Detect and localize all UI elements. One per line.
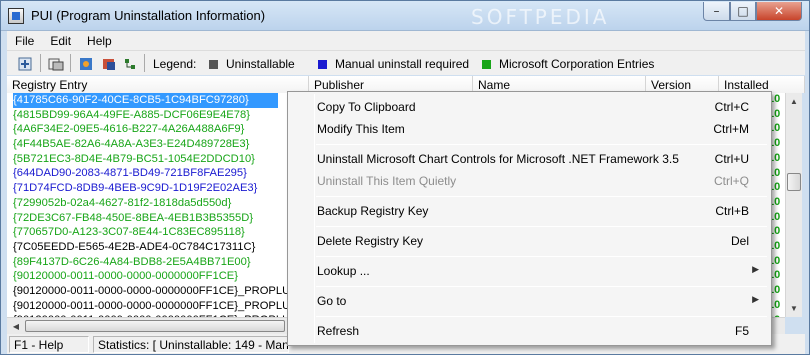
context-menu-item[interactable]: Modify This Item Ctrl+M	[288, 118, 771, 140]
legend-microsoft: Microsoft Corporation Entries	[482, 57, 654, 71]
context-menu: Copy To Clipboard Ctrl+C Modify This Item C…	[287, 91, 772, 346]
context-menu-item[interactable]: Uninstall Microsoft Chart Controls for M…	[288, 148, 771, 170]
scroll-thumb[interactable]	[787, 173, 801, 191]
goto-icon[interactable]	[99, 54, 118, 73]
menu-item-shortcut: Ctrl+Q	[713, 174, 749, 188]
menu-bar: File Edit Help	[7, 31, 805, 50]
submenu-arrow-icon: ▶	[752, 264, 759, 274]
legend-uninstallable: Uninstallable	[209, 57, 295, 71]
menu-item-label: Uninstall Microsoft Chart Controls for M…	[317, 152, 679, 166]
status-help: F1 - Help	[9, 336, 89, 353]
column-registry-entry[interactable]: Registry Entry	[7, 76, 309, 93]
list-item[interactable]: {41785C66-90F2-40CE-8CB5-1C94BFC97280}	[13, 93, 278, 108]
context-menu-item[interactable]: Backup Registry Key Ctrl+B	[288, 200, 771, 222]
context-menu-item[interactable]: Go to ▶	[288, 290, 771, 312]
menu-edit[interactable]: Edit	[42, 31, 79, 50]
legend-swatch-blue	[318, 59, 327, 69]
registry-icon[interactable]	[46, 54, 65, 73]
vertical-scrollbar[interactable]: ▲ ▼	[785, 93, 802, 317]
scroll-up-icon[interactable]: ▲	[786, 93, 802, 109]
menu-separator	[316, 226, 767, 227]
hscroll-thumb[interactable]	[25, 320, 285, 332]
menu-item-shortcut: Ctrl+B	[715, 204, 749, 218]
menu-file[interactable]: File	[7, 31, 42, 50]
menu-item-shortcut: Del	[730, 234, 749, 248]
legend-swatch-green	[482, 59, 491, 69]
menu-separator	[316, 316, 767, 317]
scroll-down-icon[interactable]: ▼	[786, 300, 802, 316]
menu-item-label: Uninstall This Item Quietly	[317, 174, 457, 188]
status-statistics: Statistics: [ Uninstallable: 149 - Manua…	[93, 336, 289, 353]
menu-item-label: Copy To Clipboard	[317, 100, 416, 114]
uninstall-icon[interactable]	[15, 54, 34, 73]
menu-item-shortcut: F5	[734, 324, 749, 338]
legend-manual: Manual uninstall required	[318, 57, 469, 71]
menu-help[interactable]: Help	[79, 31, 120, 50]
title-bar: PUI (Program Uninstallation Information)…	[1, 1, 809, 31]
legend-swatch-gray	[209, 59, 218, 69]
close-button[interactable]: ✕	[756, 2, 802, 21]
menu-item-shortcut: Ctrl+U	[714, 152, 749, 166]
context-menu-item[interactable]: Refresh F5	[288, 320, 771, 342]
context-menu-item[interactable]: Delete Registry Key Del	[288, 230, 771, 252]
maximize-button[interactable]: □	[730, 2, 756, 21]
toolbar: Legend: Uninstallable Manual uninstall r…	[7, 50, 805, 75]
menu-separator	[316, 286, 767, 287]
window-title: PUI (Program Uninstallation Information)	[31, 8, 266, 23]
tree-icon[interactable]	[120, 54, 139, 73]
menu-item-label: Go to	[317, 294, 347, 308]
context-menu-item[interactable]: Uninstall This Item Quietly Ctrl+Q	[288, 170, 771, 192]
menu-item-shortcut: Ctrl+C	[714, 100, 749, 114]
menu-item-label: Modify This Item	[317, 122, 405, 136]
menu-item-label: Delete Registry Key	[317, 234, 424, 248]
menu-separator	[316, 256, 767, 257]
menu-item-label: Refresh	[317, 324, 360, 338]
app-icon	[8, 8, 24, 24]
menu-item-label: Lookup ...	[317, 264, 370, 278]
submenu-arrow-icon: ▶	[752, 294, 759, 304]
bookmark-icon[interactable]	[76, 54, 95, 73]
context-menu-item[interactable]: Copy To Clipboard Ctrl+C	[288, 96, 771, 118]
legend-label: Legend:	[153, 57, 197, 71]
scroll-left-icon[interactable]: ◀	[8, 318, 24, 334]
menu-separator	[316, 144, 767, 145]
menu-item-label: Backup Registry Key	[317, 204, 429, 218]
minimize-button[interactable]: –	[703, 2, 730, 21]
context-menu-item[interactable]: Lookup ... ▶	[288, 260, 771, 282]
menu-item-shortcut: Ctrl+M	[713, 122, 749, 136]
menu-separator	[316, 196, 767, 197]
softpedia-watermark: SOFTPEDIA	[471, 5, 610, 29]
